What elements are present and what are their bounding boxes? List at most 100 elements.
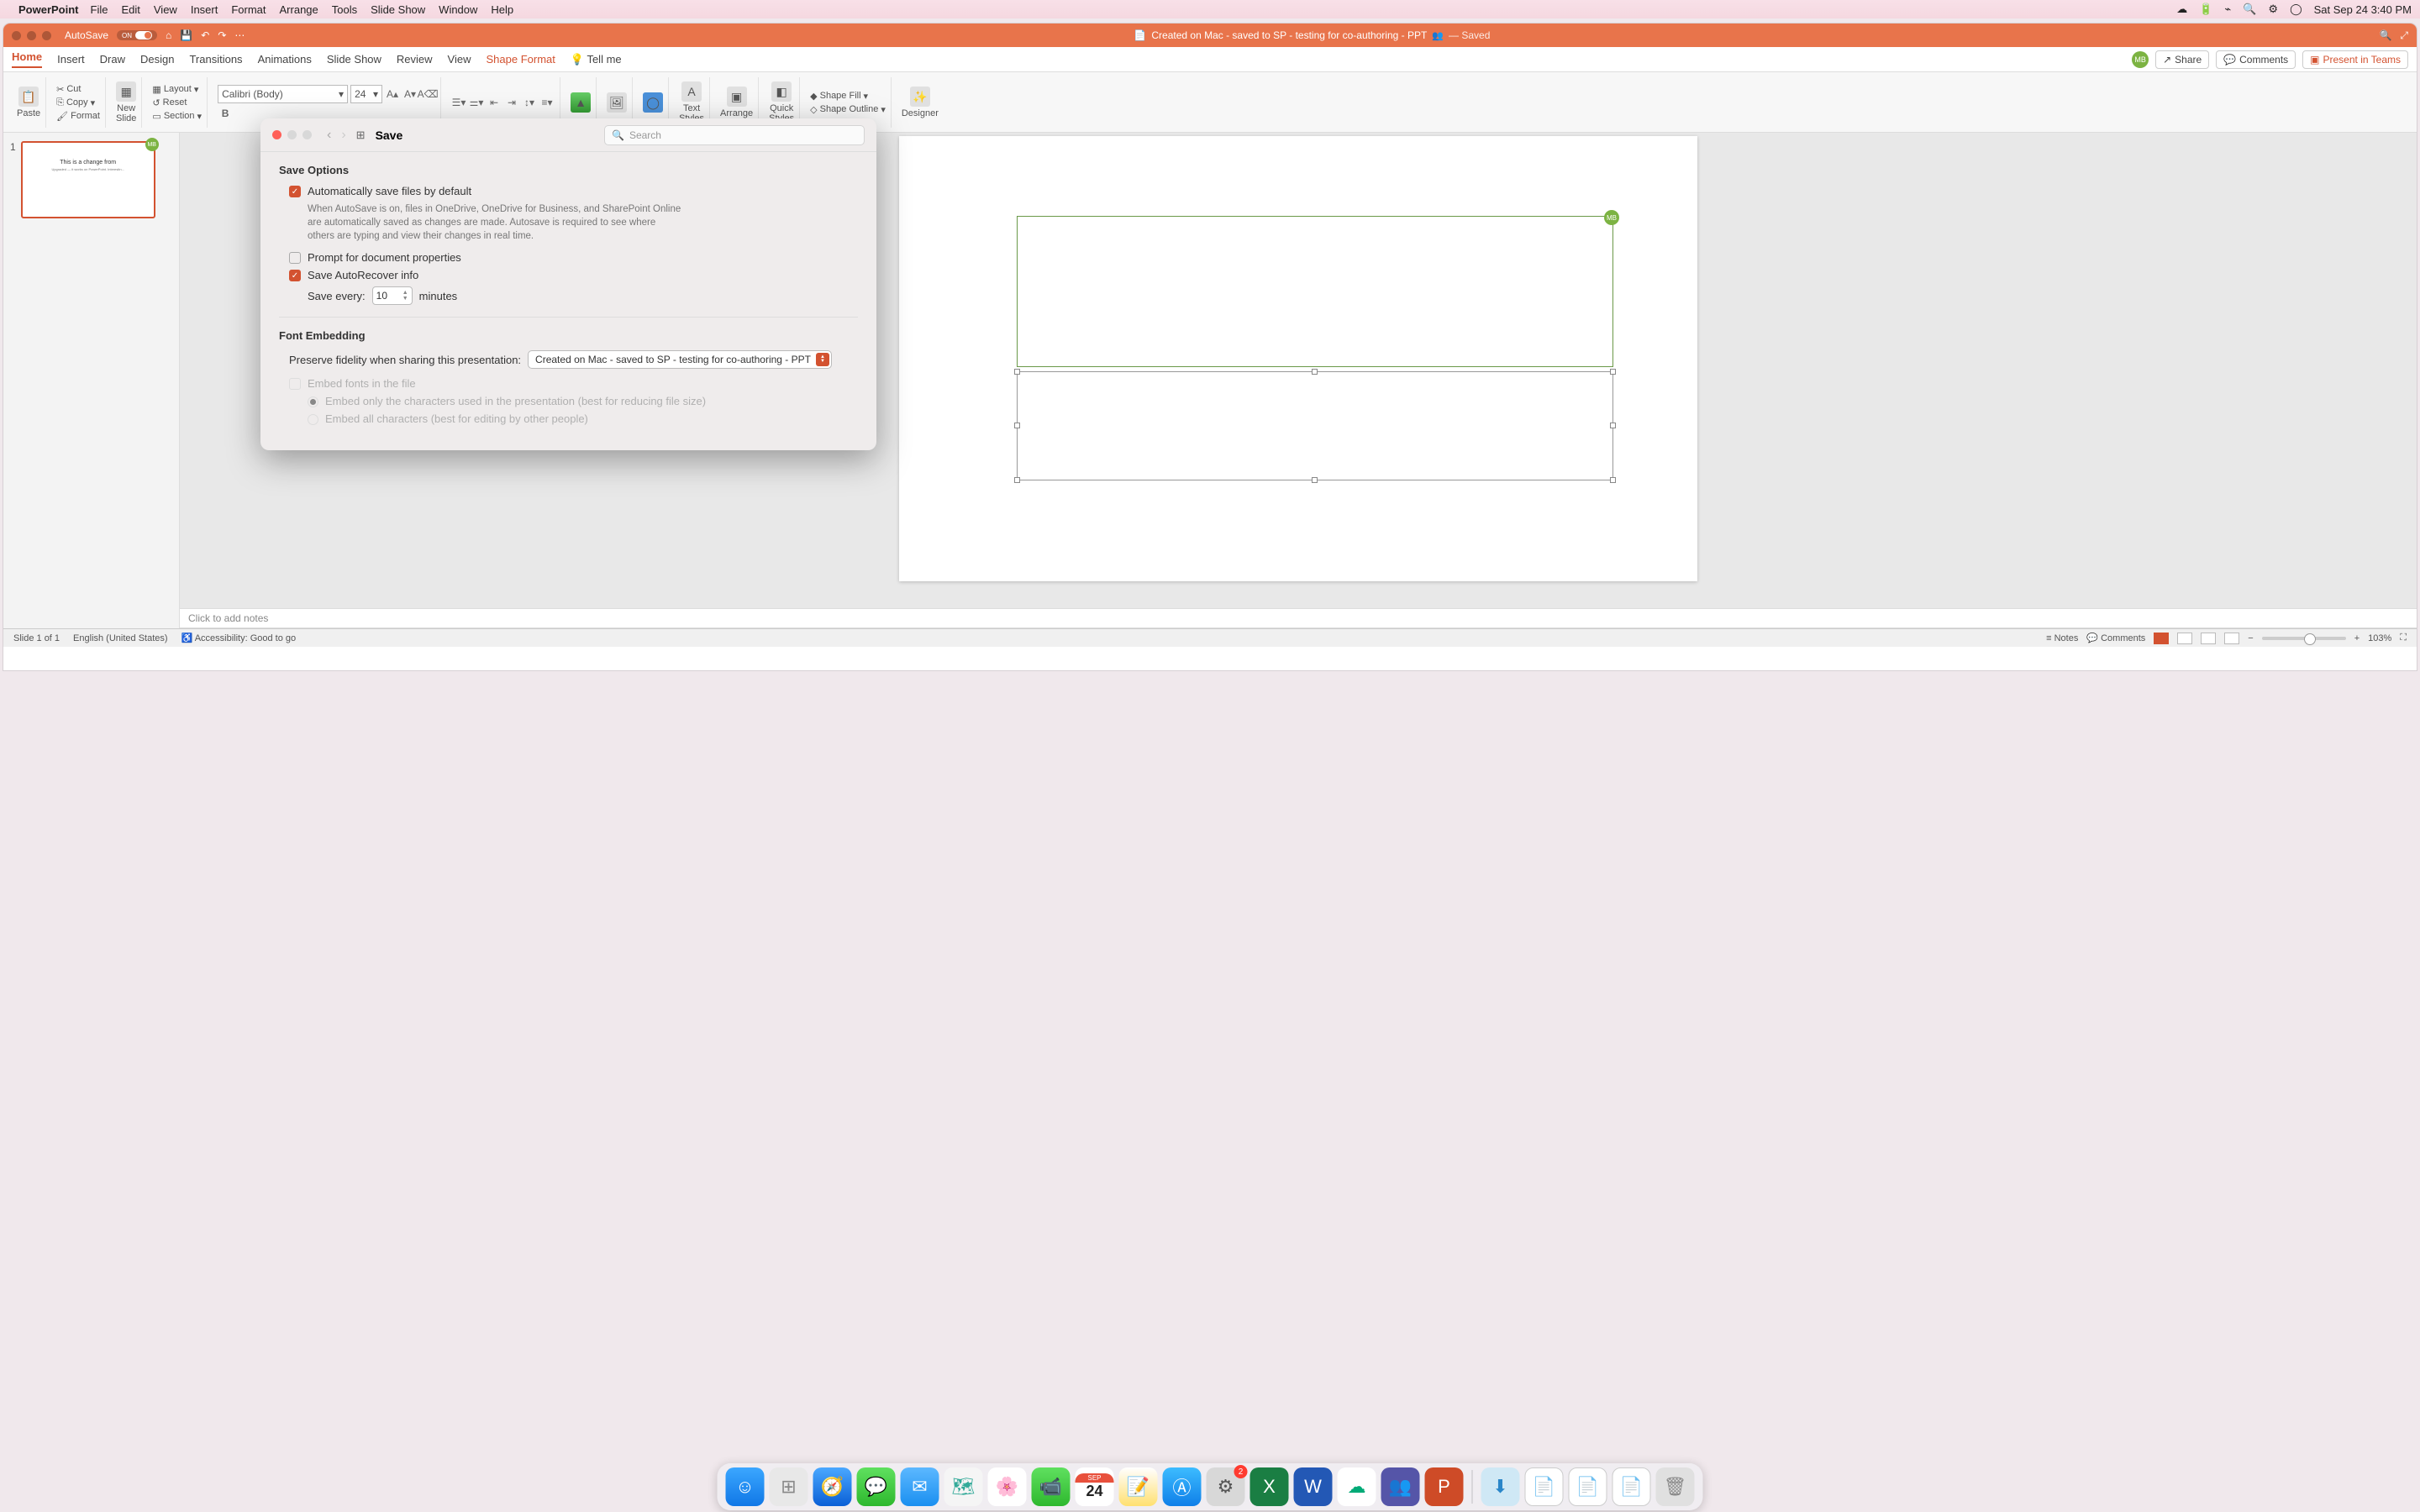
font-size-select[interactable]: 24▾ [350,85,382,103]
cloud-icon[interactable]: ☁ [2176,3,2187,16]
shapes-button[interactable]: ▲ [571,92,591,113]
tab-review[interactable]: Review [397,53,433,66]
indent-dec-icon[interactable]: ⇤ [487,95,502,110]
tab-shape-format[interactable]: Shape Format [487,53,555,66]
present-in-teams-button[interactable]: ▣ Present in Teams [2302,50,2408,69]
siri-icon[interactable]: ◯ [2290,3,2302,16]
resize-handle-n[interactable] [1312,369,1318,375]
undo-icon[interactable]: ↶ [201,29,209,41]
new-slide-button[interactable]: ▦ New Slide [116,81,136,123]
text-styles-button[interactable]: AText Styles [679,81,704,123]
zoom-out-button[interactable]: − [2248,633,2253,643]
dock-trash-icon[interactable]: 🗑 [1656,1467,1695,1506]
tab-design[interactable]: Design [140,53,174,66]
format-painter-button[interactable]: 🖌 Format [56,111,100,122]
dock-messages-icon[interactable]: 💬 [857,1467,896,1506]
reset-button[interactable]: ↺ Reset [152,97,187,108]
comments-toggle[interactable]: 💬 Comments [2086,633,2145,643]
dialog-close-button[interactable] [272,130,281,139]
tab-insert[interactable]: Insert [57,53,85,66]
document-title[interactable]: Created on Mac - saved to SP - testing f… [1151,29,1427,41]
tab-animations[interactable]: Animations [258,53,312,66]
zoom-slider[interactable] [2262,637,2346,640]
bold-button[interactable]: B [218,106,233,121]
dock-onedrive-icon[interactable]: ☁ [1338,1467,1376,1506]
resize-handle-sw[interactable] [1014,477,1020,483]
paste-button[interactable]: 📋 Paste [17,87,40,118]
bullets-icon[interactable]: ☰▾ [451,95,466,110]
dock-settings-icon[interactable]: ⚙2 [1207,1467,1245,1506]
slide-thumbnail-1[interactable]: MB This is a change from Upgraded — it w… [21,141,155,218]
dock-maps-icon[interactable]: 🗺 [944,1467,983,1506]
search-icon[interactable]: 🔍 [2379,29,2391,41]
layout-button[interactable]: ▦ Layout ▾ [152,84,198,95]
clear-format-icon[interactable]: A⌫ [420,87,435,102]
resize-handle-ne[interactable] [1610,369,1616,375]
autosave-toggle[interactable]: ON [117,30,157,40]
tab-transitions[interactable]: Transitions [189,53,242,66]
title-placeholder-box[interactable]: MB [1017,216,1613,367]
menu-tools[interactable]: Tools [332,3,357,16]
dock-launchpad-icon[interactable]: ⊞ [770,1467,808,1506]
tab-draw[interactable]: Draw [100,53,125,66]
auto-save-checkbox[interactable]: ✓ [289,186,301,197]
shrink-font-icon[interactable]: A▾ [402,87,418,102]
dock-safari-icon[interactable]: 🧭 [813,1467,852,1506]
menu-slideshow[interactable]: Slide Show [371,3,425,16]
menu-insert[interactable]: Insert [191,3,218,16]
tell-me[interactable]: 💡 Tell me [571,53,622,66]
normal-view-button[interactable] [2154,633,2169,644]
fit-to-window-button[interactable]: ⛶ [2400,633,2407,643]
selected-text-box[interactable] [1017,371,1613,480]
pictures-button[interactable]: 🖼 [607,92,627,113]
language-status[interactable]: English (United States) [73,633,168,643]
menu-arrange[interactable]: Arrange [280,3,318,16]
section-button[interactable]: ▭ Section ▾ [152,111,202,122]
reading-view-button[interactable] [2201,633,2216,644]
font-family-select[interactable]: Calibri (Body)▾ [218,85,348,103]
menu-format[interactable]: Format [231,3,266,16]
notes-toggle[interactable]: ≡ Notes [2046,633,2078,643]
user-avatar[interactable]: MB [2132,51,2149,68]
notes-pane[interactable]: Click to add notes [180,608,2417,628]
numbering-icon[interactable]: ⚌▾ [469,95,484,110]
sorter-view-button[interactable] [2177,633,2192,644]
indent-inc-icon[interactable]: ⇥ [504,95,519,110]
menu-file[interactable]: File [91,3,108,16]
align-icon[interactable]: ≡▾ [539,95,555,110]
dock-mail-icon[interactable]: ✉ [901,1467,939,1506]
arrange-button[interactable]: ▣Arrange [720,87,753,118]
line-spacing-icon[interactable]: ↕▾ [522,95,537,110]
ribbon-options-icon[interactable]: ⤢ [2400,29,2408,42]
copy-button[interactable]: ⎘ Copy ▾ [56,97,95,108]
menubar-datetime[interactable]: Sat Sep 24 3:40 PM [2314,3,2412,16]
dock-photos-icon[interactable]: 🌸 [988,1467,1027,1506]
more-icon[interactable]: ⋯ [234,29,245,41]
wifi-icon[interactable]: ⌁ [2224,3,2231,16]
dock-recent-doc-3-icon[interactable]: 📄 [1612,1467,1651,1506]
designer-button[interactable]: ✨Designer [902,87,939,118]
control-center-icon[interactable]: ⚙ [2268,3,2278,16]
redo-icon[interactable]: ↷ [218,29,226,41]
menu-help[interactable]: Help [491,3,513,16]
dock-word-icon[interactable]: W [1294,1467,1333,1506]
window-zoom-button[interactable] [42,31,51,40]
save-every-input[interactable]: 10 ▲▼ [372,286,413,305]
resize-handle-nw[interactable] [1014,369,1020,375]
tab-view[interactable]: View [448,53,471,66]
dock-notes-icon[interactable]: 📝 [1119,1467,1158,1506]
back-icon[interactable]: ‹ [327,128,331,143]
shapes-gallery-button[interactable]: ◯ [643,92,663,113]
dock-recent-doc-1-icon[interactable]: 📄 [1525,1467,1564,1506]
slideshow-view-button[interactable] [2224,633,2239,644]
quick-styles-button[interactable]: ◧Quick Styles [769,81,794,123]
show-all-icon[interactable]: ⊞ [356,129,366,142]
comments-button[interactable]: 💬 Comments [2216,50,2296,69]
tab-slideshow[interactable]: Slide Show [327,53,381,66]
shape-fill-button[interactable]: ◆ Shape Fill ▾ [810,91,868,102]
cut-button[interactable]: ✂ Cut [56,84,81,95]
dock-facetime-icon[interactable]: 📹 [1032,1467,1071,1506]
battery-icon[interactable]: 🔋 [2199,3,2212,16]
dock-downloads-icon[interactable]: ⬇ [1481,1467,1520,1506]
menu-window[interactable]: Window [439,3,477,16]
